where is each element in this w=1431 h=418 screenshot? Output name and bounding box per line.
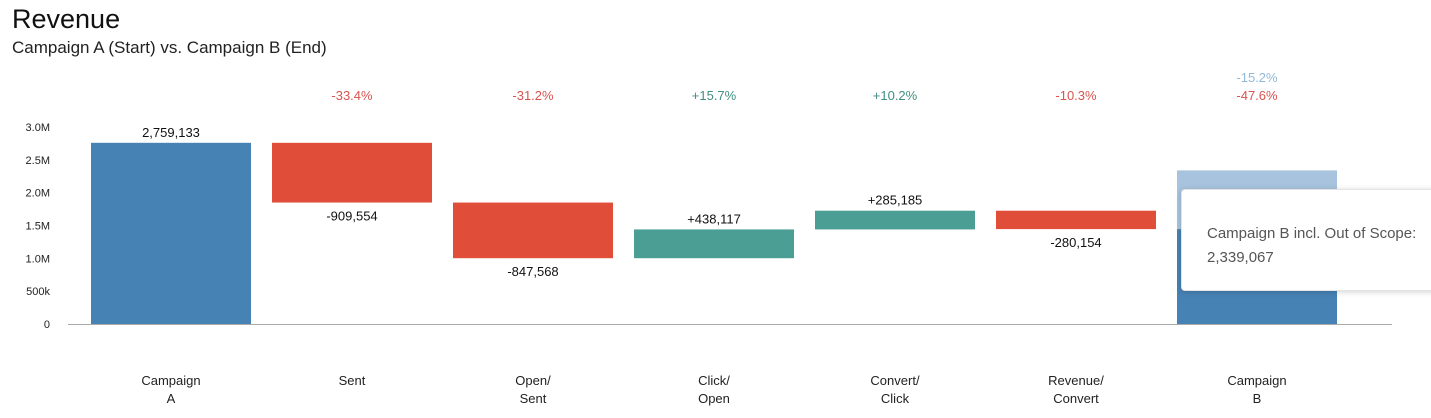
category-label: Click — [881, 391, 910, 406]
y-tick-label: 0 — [44, 319, 50, 331]
bar-decrease — [996, 210, 1156, 230]
category-label: Convert — [1053, 391, 1099, 406]
y-tick-label: 1.0M — [26, 253, 50, 265]
out-of-scope-percent-label: -15.2% — [1236, 70, 1278, 85]
y-tick-label: 2.0M — [26, 188, 50, 200]
category-label: Open/ — [515, 373, 551, 388]
y-tick-label: 500k — [26, 286, 50, 298]
category-label: Campaign — [141, 373, 200, 388]
bar-percent-label: -47.6% — [1236, 88, 1278, 103]
bar-value-label: +438,117 — [687, 211, 741, 226]
bar-value-label: 2,759,133 — [142, 125, 200, 140]
category-label: B — [1253, 391, 1262, 406]
bar-decrease — [453, 202, 613, 259]
bar-percent-label: +15.7% — [692, 88, 737, 103]
y-tick-label: 1.5M — [26, 221, 50, 233]
tooltip-value: 2,339,067 — [1207, 249, 1274, 266]
bar-value-label: -280,154 — [1050, 235, 1101, 250]
category-label: Open — [698, 391, 730, 406]
category-label: A — [167, 391, 176, 406]
bar-percent-label: -31.2% — [512, 88, 554, 103]
category-label: Sent — [520, 391, 547, 406]
bar-value-label: -909,554 — [326, 209, 377, 224]
bar-decrease — [272, 142, 432, 203]
bar-increase — [815, 210, 975, 230]
y-tick-label: 2.5M — [26, 155, 50, 167]
bar-total — [91, 142, 251, 324]
bar-value-label: +285,185 — [868, 193, 923, 208]
bar-value-label: -847,568 — [507, 264, 558, 279]
category-label: Click/ — [698, 373, 730, 388]
bar-increase — [634, 229, 794, 259]
category-label: Campaign — [1227, 373, 1286, 388]
category-label: Sent — [339, 373, 366, 388]
bar-percent-label: +10.2% — [873, 88, 918, 103]
category-label: Revenue/ — [1048, 373, 1104, 388]
bar-percent-label: -33.4% — [331, 88, 373, 103]
y-tick-label: 3.0M — [26, 122, 50, 134]
category-label: Convert/ — [870, 373, 920, 388]
tooltip: Campaign B incl. Out of Scope: 2,339,067 — [1181, 189, 1431, 291]
bar-percent-label: -10.3% — [1055, 88, 1097, 103]
tooltip-label: Campaign B incl. Out of Scope: — [1207, 225, 1417, 242]
